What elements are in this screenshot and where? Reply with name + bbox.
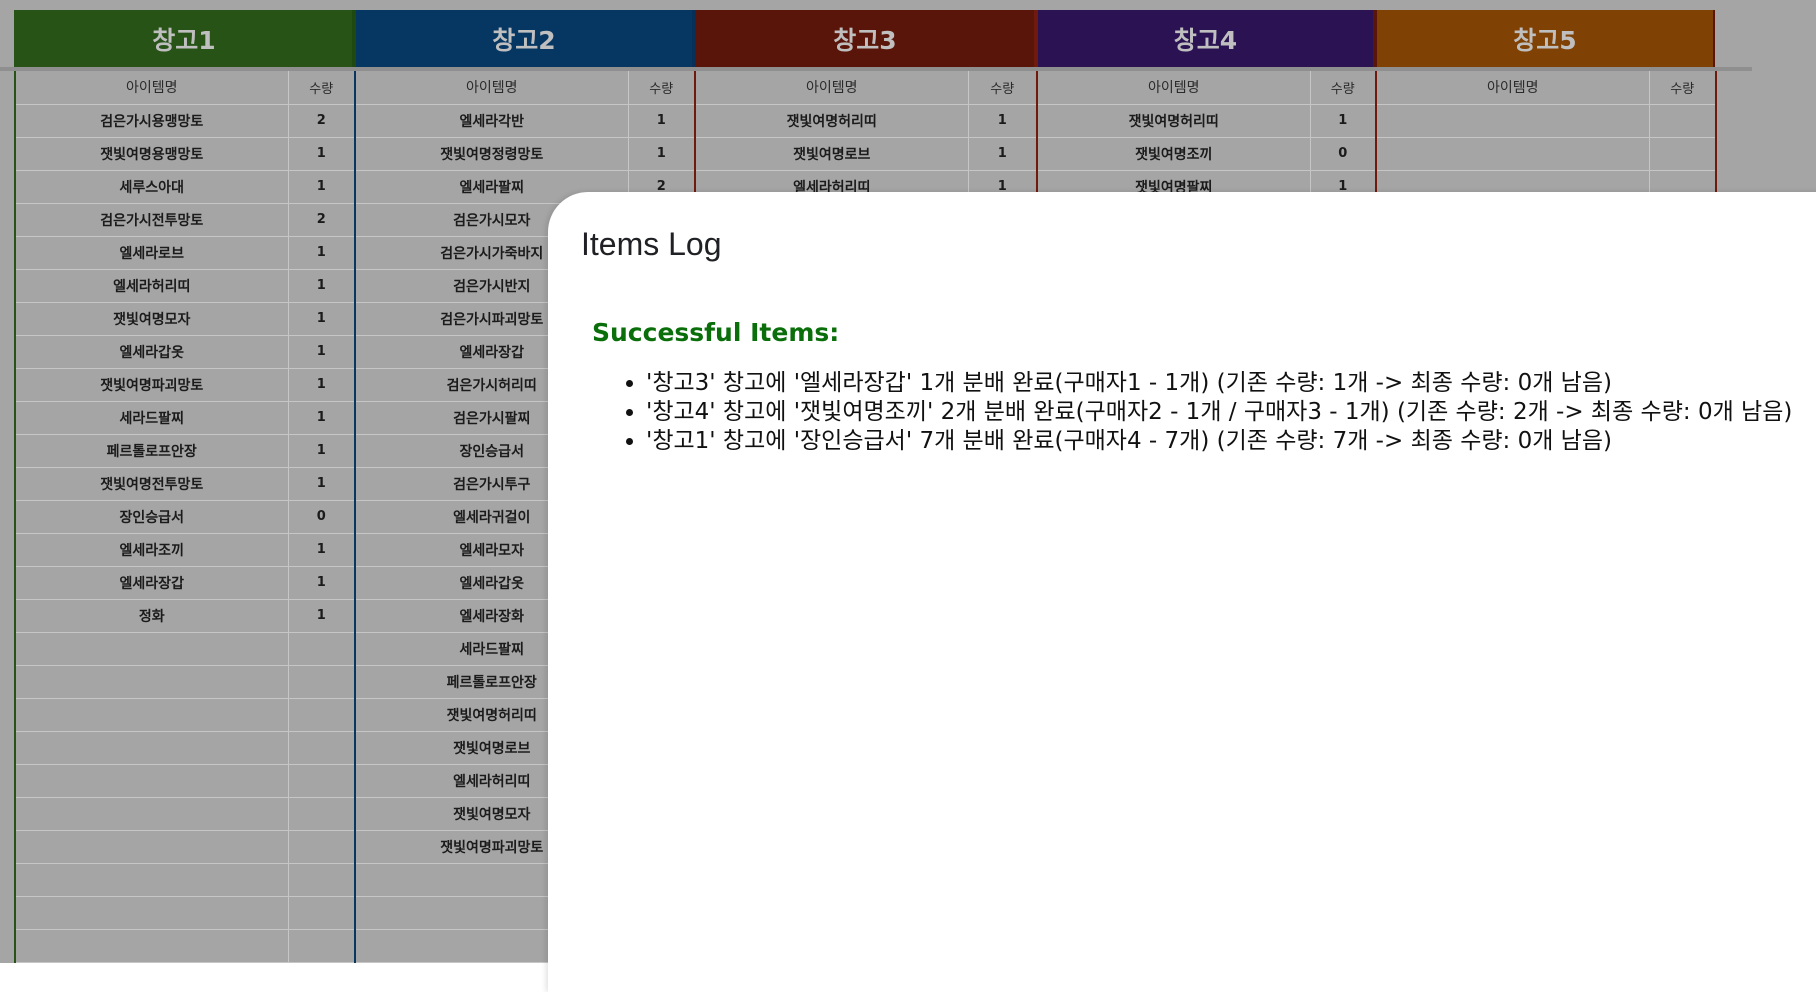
item-name-cell[interactable]: 페르톨로프안장	[14, 434, 289, 468]
column-header-qty[interactable]: 수량	[1310, 71, 1377, 105]
item-qty-cell[interactable]	[288, 764, 356, 798]
item-name-cell[interactable]: 검은가시전투망토	[14, 203, 289, 237]
column-header-item[interactable]: 아이템명	[14, 71, 289, 105]
item-name-cell[interactable]: 잿빛여명전투망토	[14, 467, 289, 501]
column-header-qty[interactable]: 수량	[1649, 71, 1717, 105]
item-qty-cell[interactable]: 0	[288, 500, 356, 534]
item-name-cell[interactable]: 장인승급서	[14, 500, 289, 534]
item-qty-cell[interactable]: 1	[288, 467, 356, 501]
item-qty-cell[interactable]: 1	[288, 368, 356, 402]
item-name-cell[interactable]: 잿빛여명로브	[694, 137, 969, 171]
item-name-cell[interactable]: 잿빛여명파괴망토	[14, 368, 289, 402]
item-name-cell[interactable]: 엘세라조끼	[14, 533, 289, 567]
item-name-cell[interactable]: 검은가시용맹망토	[14, 104, 289, 138]
item-qty-cell[interactable]: 1	[1310, 104, 1377, 138]
log-list: '창고3' 창고에 '엘세라장갑' 1개 분배 완료(구매자1 - 1개) (기…	[618, 369, 1792, 456]
item-name-cell[interactable]: 잿빛여명용맹망토	[14, 137, 289, 171]
items-log-dialog: Items Log Successful Items: '창고3' 창고에 '엘…	[548, 192, 1816, 992]
item-qty-cell[interactable]	[288, 632, 356, 666]
column-header-qty[interactable]: 수량	[968, 71, 1038, 105]
item-name-cell[interactable]	[14, 632, 289, 666]
item-qty-cell[interactable]: 2	[288, 203, 356, 237]
item-qty-cell[interactable]: 1	[628, 104, 696, 138]
item-qty-cell[interactable]	[288, 863, 356, 897]
item-name-cell[interactable]	[14, 929, 289, 963]
item-qty-cell[interactable]: 1	[288, 335, 356, 369]
item-qty-cell[interactable]	[1649, 104, 1717, 138]
table-row: 잿빛여명용맹망토 1 잿빛여명정령망토 1 잿빛여명로브 1 잿빛여명조끼 0	[14, 137, 1717, 171]
warehouse-header-2[interactable]: 창고2	[354, 10, 694, 67]
warehouse-header-4[interactable]: 창고4	[1036, 10, 1375, 67]
column-header-item[interactable]: 아이템명	[694, 71, 969, 105]
successful-items-heading: Successful Items:	[592, 318, 840, 347]
item-name-cell[interactable]: 정화	[14, 599, 289, 633]
item-qty-cell[interactable]: 1	[288, 434, 356, 468]
item-qty-cell[interactable]: 1	[628, 137, 696, 171]
item-qty-cell[interactable]	[288, 731, 356, 765]
dialog-title: Items Log	[581, 226, 722, 262]
item-name-cell[interactable]: 엘세라갑옷	[14, 335, 289, 369]
item-qty-cell[interactable]: 2	[288, 104, 356, 138]
item-name-cell[interactable]: 잿빛여명모자	[14, 302, 289, 336]
item-name-cell[interactable]	[14, 698, 289, 732]
item-name-cell[interactable]	[14, 764, 289, 798]
column-header-item[interactable]: 아이템명	[1036, 71, 1311, 105]
item-qty-cell[interactable]	[288, 896, 356, 930]
item-name-cell[interactable]: 잿빛여명조끼	[1036, 137, 1311, 171]
warehouse-header-5[interactable]: 창고5	[1375, 10, 1715, 67]
column-header-item[interactable]: 아이템명	[354, 71, 629, 105]
warehouse-header-1[interactable]: 창고1	[14, 10, 354, 67]
item-qty-cell[interactable]: 1	[968, 104, 1038, 138]
log-entry: '창고1' 창고에 '장인승급서' 7개 분배 완료(구매자4 - 7개) (기…	[646, 427, 1792, 456]
item-name-cell[interactable]	[14, 731, 289, 765]
item-qty-cell[interactable]: 1	[288, 236, 356, 270]
item-qty-cell[interactable]: 1	[288, 269, 356, 303]
item-qty-cell[interactable]: 1	[968, 137, 1038, 171]
item-qty-cell[interactable]: 1	[288, 170, 356, 204]
item-qty-cell[interactable]	[288, 929, 356, 963]
item-name-cell[interactable]	[14, 665, 289, 699]
item-name-cell[interactable]: 잿빛여명정령망토	[354, 137, 629, 171]
item-name-cell[interactable]: 엘세라장갑	[14, 566, 289, 600]
item-qty-cell[interactable]: 1	[288, 599, 356, 633]
log-entry: '창고4' 창고에 '잿빛여명조끼' 2개 분배 완료(구매자2 - 1개 / …	[646, 398, 1792, 427]
item-name-cell[interactable]: 엘세라각반	[354, 104, 629, 138]
column-header-row: 아이템명 수량 아이템명 수량 아이템명 수량 아이템명 수량 아이템명 수량	[14, 71, 1717, 105]
item-name-cell[interactable]	[1375, 137, 1650, 171]
item-name-cell[interactable]	[14, 863, 289, 897]
item-name-cell[interactable]: 세루스아대	[14, 170, 289, 204]
item-qty-cell[interactable]	[288, 830, 356, 864]
item-name-cell[interactable]: 세라드팔찌	[14, 401, 289, 435]
table-row: 검은가시용맹망토 2 엘세라각반 1 잿빛여명허리띠 1 잿빛여명허리띠 1	[14, 104, 1717, 138]
column-header-qty[interactable]: 수량	[628, 71, 696, 105]
item-name-cell[interactable]	[14, 797, 289, 831]
item-qty-cell[interactable]: 0	[1310, 137, 1377, 171]
log-entry: '창고3' 창고에 '엘세라장갑' 1개 분배 완료(구매자1 - 1개) (기…	[646, 369, 1792, 398]
item-qty-cell[interactable]: 1	[288, 302, 356, 336]
item-name-cell[interactable]: 엘세라로브	[14, 236, 289, 270]
item-qty-cell[interactable]: 1	[288, 137, 356, 171]
item-qty-cell[interactable]: 1	[288, 533, 356, 567]
column-header-qty[interactable]: 수량	[288, 71, 356, 105]
item-qty-cell[interactable]	[288, 797, 356, 831]
column-header-item[interactable]: 아이템명	[1375, 71, 1650, 105]
item-qty-cell[interactable]	[288, 665, 356, 699]
item-qty-cell[interactable]	[288, 698, 356, 732]
item-name-cell[interactable]: 잿빛여명허리띠	[1036, 104, 1311, 138]
item-name-cell[interactable]: 잿빛여명허리띠	[694, 104, 969, 138]
item-name-cell[interactable]: 엘세라허리띠	[14, 269, 289, 303]
item-qty-cell[interactable]	[1649, 137, 1717, 171]
item-qty-cell[interactable]: 1	[288, 401, 356, 435]
warehouse-header-row: 창고1 창고2 창고3 창고4 창고5	[14, 10, 1715, 67]
item-name-cell[interactable]	[14, 830, 289, 864]
item-name-cell[interactable]	[14, 896, 289, 930]
item-qty-cell[interactable]: 1	[288, 566, 356, 600]
item-name-cell[interactable]	[1375, 104, 1650, 138]
warehouse-header-3[interactable]: 창고3	[694, 10, 1036, 67]
